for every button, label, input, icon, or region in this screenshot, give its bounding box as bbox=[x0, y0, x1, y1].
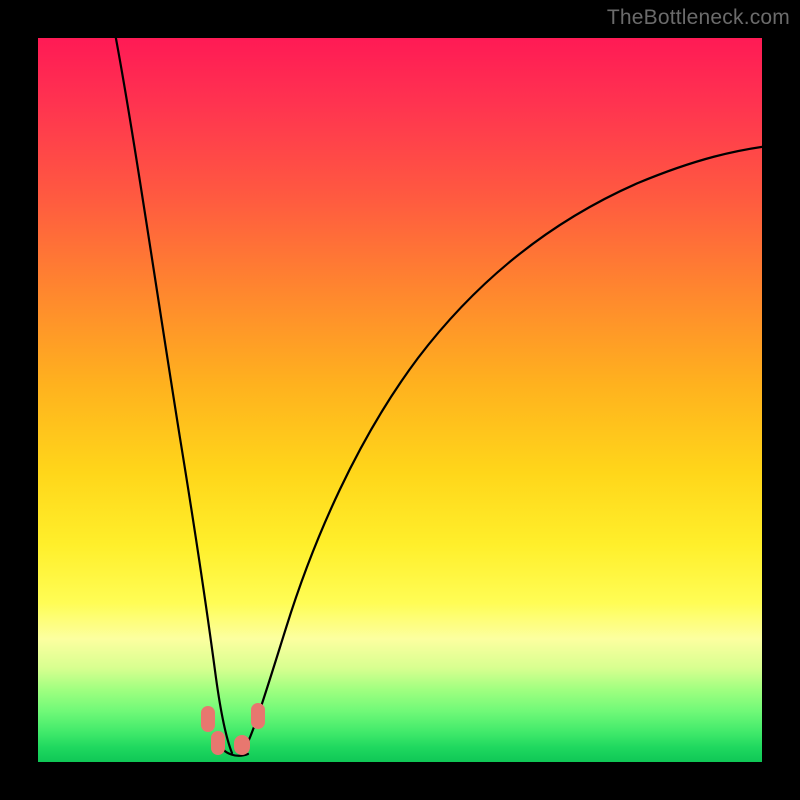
bottleneck-curve bbox=[38, 38, 762, 762]
marker-valley-floor-1 bbox=[211, 731, 225, 755]
curve-right-branch bbox=[242, 146, 762, 754]
marker-valley-floor-2 bbox=[234, 735, 250, 755]
marker-valley-right bbox=[251, 703, 265, 729]
marker-valley-left bbox=[201, 706, 215, 732]
valley-markers bbox=[201, 703, 265, 755]
curve-left-branch bbox=[114, 38, 232, 753]
chart-frame: TheBottleneck.com bbox=[0, 0, 800, 800]
watermark-text: TheBottleneck.com bbox=[607, 6, 790, 30]
plot-area bbox=[38, 38, 762, 762]
